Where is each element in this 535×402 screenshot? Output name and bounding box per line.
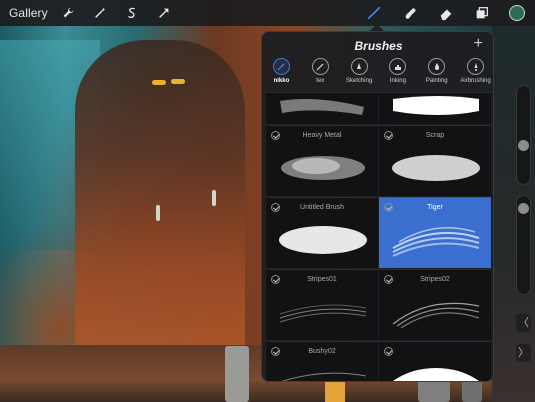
category-tex[interactable]: tex [301, 58, 340, 92]
category-inking[interactable]: Inking [378, 58, 417, 92]
right-tools [347, 0, 535, 26]
pencil-icon [350, 58, 368, 75]
brush-stroke-preview [393, 96, 479, 115]
brush-categories: nikko tex Sketching Inking Painting Airb… [262, 58, 493, 92]
brush-untitled[interactable]: Untitled Brush [266, 197, 378, 268]
brush-size-knob[interactable] [518, 140, 529, 151]
brush-scrap[interactable]: Scrap [379, 125, 491, 196]
category-sketching[interactable]: Sketching [340, 58, 379, 92]
category-label: nikko [273, 78, 290, 84]
brush-name: Tiger [427, 204, 443, 211]
brush-name: Untitled Brush [300, 204, 344, 211]
brush-icon [311, 58, 329, 75]
brushes-panel: Brushes + nikko tex Sketching Inking Pai… [261, 31, 494, 382]
gallery-button[interactable]: Gallery [9, 6, 48, 20]
pen-icon [272, 58, 290, 75]
magic-wand-icon[interactable] [92, 5, 108, 21]
top-toolbar: Gallery [0, 0, 535, 26]
undo-button[interactable]: 〈 [516, 314, 531, 332]
creature-eye-left [152, 80, 166, 85]
brush-name: Bushy02 [308, 348, 336, 355]
popover-arrow [370, 24, 384, 31]
brushes-panel-title: Brushes [354, 39, 403, 53]
category-label: Inking [389, 78, 406, 84]
brush-stroke-preview [392, 155, 480, 181]
category-label: Sketching [345, 78, 373, 84]
brush-stroke-preview [280, 99, 364, 115]
brush-name: Stripes01 [307, 276, 337, 283]
paint-icon [428, 58, 446, 75]
opacity-knob[interactable] [518, 203, 529, 214]
brush-stroke-preview [393, 368, 479, 381]
creature-tusk [212, 190, 216, 206]
category-nikko[interactable]: nikko [262, 58, 301, 92]
creature-eye-right [171, 79, 185, 84]
plus-icon[interactable]: + [474, 35, 483, 53]
ink-icon [389, 58, 407, 75]
brush-tiger[interactable]: Tiger [379, 197, 491, 268]
brush-name: Stripes02 [420, 276, 450, 283]
wrench-icon[interactable] [60, 5, 76, 21]
brush-cell[interactable] [379, 341, 491, 381]
category-airbrushing[interactable]: Airbrushing [456, 58, 493, 92]
color-swatch[interactable] [509, 5, 525, 21]
brush-cell[interactable] [266, 92, 378, 124]
brush-name: Heavy Metal [302, 132, 342, 139]
brush-stroke-preview [392, 302, 480, 329]
transform-arrow-icon[interactable] [156, 5, 172, 21]
brush-heavy-metal[interactable]: Heavy Metal [266, 125, 378, 196]
brush-stroke-preview [279, 226, 367, 254]
category-label: Airbrushing [460, 78, 491, 84]
brush-size-slider[interactable] [516, 85, 531, 185]
brush-bushy02[interactable]: Bushy02 [266, 341, 378, 381]
selection-icon[interactable] [124, 5, 140, 21]
brush-stroke-preview [392, 227, 480, 257]
canvas-creature [75, 40, 245, 370]
smudge-icon[interactable] [401, 4, 419, 22]
brush-stroke-preview [279, 304, 367, 323]
canvas-orange-block [325, 380, 345, 402]
layers-icon[interactable] [473, 4, 491, 22]
brush-stripes01[interactable]: Stripes01 [266, 269, 378, 340]
brush-name: Scrap [425, 132, 445, 139]
redo-button[interactable]: 〉 [516, 344, 531, 362]
canvas-pillar [225, 346, 249, 402]
category-painting[interactable]: Painting [417, 58, 456, 92]
creature-tusk [156, 205, 160, 221]
brush-stripes02[interactable]: Stripes02 [379, 269, 491, 340]
category-label: tex [316, 78, 325, 84]
eraser-icon[interactable] [437, 4, 455, 22]
brush-cell[interactable] [379, 92, 491, 124]
brush-stroke-preview [281, 372, 367, 381]
brush-stroke-preview [281, 156, 365, 180]
airbrush-icon [467, 58, 485, 75]
category-label: Painting [425, 78, 448, 84]
brush-icon[interactable] [365, 4, 383, 22]
brush-check-icon [384, 347, 393, 356]
